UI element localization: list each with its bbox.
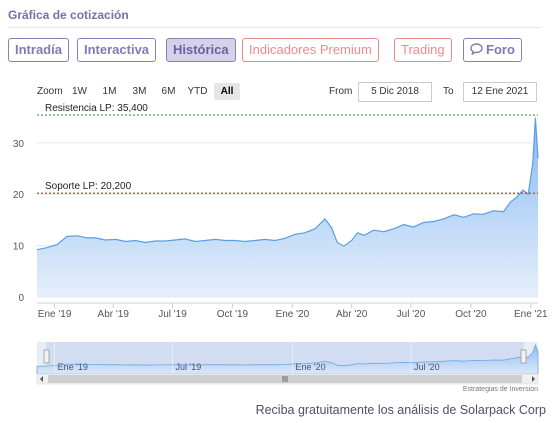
x-tick-label: Jul '19 bbox=[158, 309, 187, 320]
navigator-tick-label: Ene '20 bbox=[295, 362, 325, 372]
x-tick-label: Oct '19 bbox=[217, 309, 249, 320]
y-tick-label: 10 bbox=[13, 242, 25, 253]
title-divider bbox=[8, 27, 540, 28]
tab-intradia[interactable]: Intradía bbox=[8, 38, 69, 62]
x-tick-label: Abr '20 bbox=[336, 309, 368, 320]
navigator-tick-label: Ene '19 bbox=[58, 362, 88, 372]
x-tick-label: Ene '21 bbox=[514, 309, 548, 320]
navigator[interactable]: Ene '19 Jul '19 Ene '20 Jul '20 bbox=[36, 342, 539, 375]
x-axis-ticks: Ene '19 Abr '19 Jul '19 Oct '19 Ene '20 Abr '… bbox=[38, 303, 548, 320]
y-tick-label: 20 bbox=[13, 190, 25, 201]
navigator-tick-label: Jul '19 bbox=[176, 362, 202, 372]
y-axis-ticks: 0 10 20 30 bbox=[13, 139, 25, 304]
tab-foro[interactable]: Foro bbox=[463, 38, 522, 62]
chart-credits: Estrategias de Inversion bbox=[462, 386, 538, 393]
level-annotations: Resistencia LP: 35,400 Soporte LP: 20,200 bbox=[37, 103, 538, 194]
price-chart: 0 10 20 30 Resistencia LP: 35,400 Soporte LP… bbox=[13, 103, 548, 385]
navigator-scrollbar[interactable] bbox=[36, 373, 539, 385]
navigator-left-handle[interactable] bbox=[43, 349, 50, 364]
x-tick-label: Abr '19 bbox=[98, 309, 130, 320]
tab-historica[interactable]: Histórica bbox=[166, 38, 236, 62]
tab-foro-label: Foro bbox=[486, 42, 515, 57]
footer-promo-link[interactable]: Reciba gratuitamente los análisis de Sol… bbox=[256, 403, 546, 417]
tab-indicadores-premium[interactable]: Indicadores Premium bbox=[242, 38, 379, 62]
level-label: Soporte LP: 20,200 bbox=[45, 181, 132, 192]
x-tick-label: Ene '19 bbox=[38, 309, 72, 320]
price-area bbox=[37, 117, 538, 297]
y-tick-label: 0 bbox=[18, 293, 24, 304]
x-tick-label: Ene '20 bbox=[276, 309, 310, 320]
tab-interactiva[interactable]: Interactiva bbox=[77, 38, 157, 62]
x-tick-label: Jul '20 bbox=[397, 309, 426, 320]
y-tick-label: 30 bbox=[13, 139, 25, 150]
tab-trading[interactable]: Trading bbox=[394, 38, 452, 62]
chart-section-title: Gráfica de cotización bbox=[8, 8, 129, 22]
navigator-tick-label: Jul '20 bbox=[414, 362, 440, 372]
chat-bubble-icon bbox=[470, 43, 483, 55]
x-tick-label: Oct '20 bbox=[455, 309, 487, 320]
level-label: Resistencia LP: 35,400 bbox=[45, 103, 148, 114]
navigator-right-handle[interactable] bbox=[520, 349, 527, 364]
